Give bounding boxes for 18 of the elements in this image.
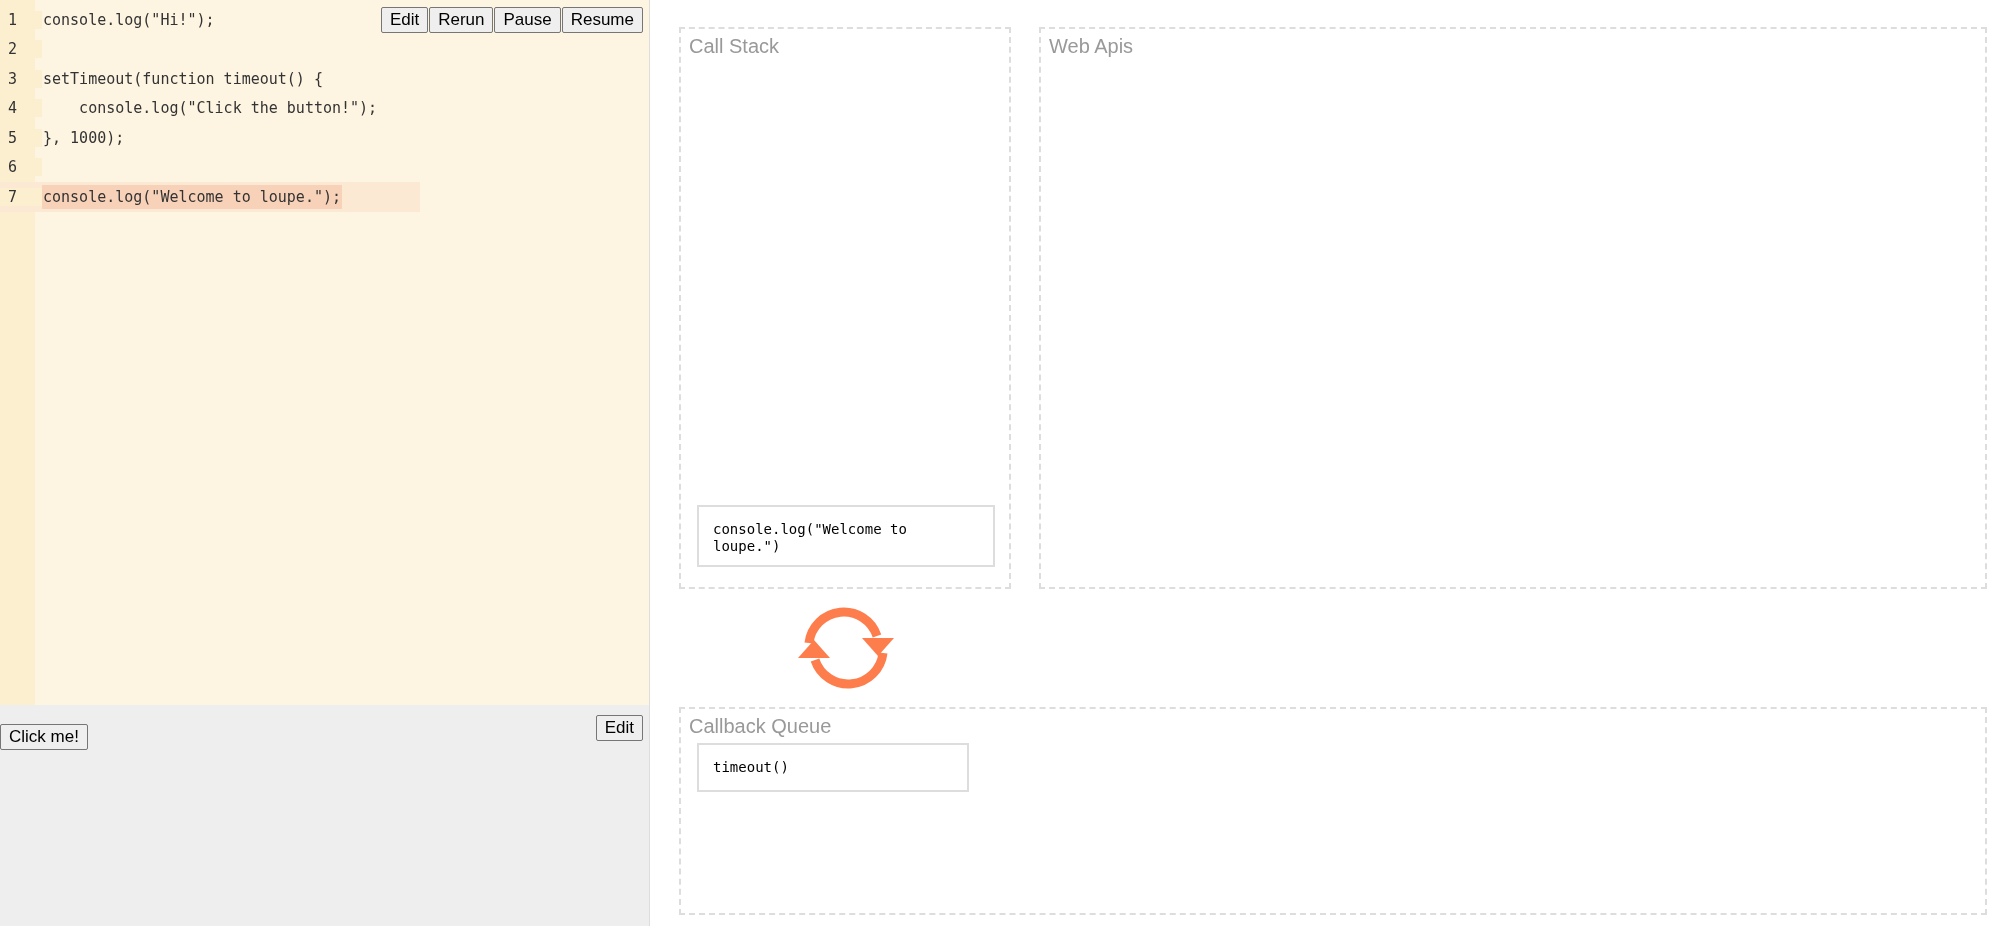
code-line: }, 1000); [42, 127, 126, 149]
code-editor[interactable]: 1 console.log("Hi!"); 2 3 setTimeout(function timeout() { 4 console.log("Click the button!"); 5 }, 1000); 6 7 console.log("Welcome to loupe."); Edit Rerun Pause Resume [0, 0, 649, 705]
panel-title: Web Apis [1049, 35, 1134, 58]
code-line: setTimeout(function timeout() { [42, 68, 324, 90]
code-line: console.log("Hi!"); [42, 9, 216, 31]
code-line: console.log("Click the button!"); [78, 98, 379, 120]
stack-frame: console.log("Welcome to loupe.") [697, 505, 995, 567]
panel-title: Call Stack [689, 35, 780, 58]
toolbar-button[interactable]: Rerun [429, 7, 494, 33]
edit-button[interactable]: Edit [595, 715, 643, 741]
toolbar-button[interactable]: Resume [561, 7, 643, 33]
panel-title: Callback Queue [689, 715, 832, 738]
toolbar-button[interactable]: Pause [494, 7, 561, 33]
toolbar-button[interactable]: Edit [380, 7, 429, 33]
line-number: 7 [0, 187, 42, 206]
click-me-button[interactable]: Click me! [0, 724, 88, 750]
queue-item: timeout() [697, 743, 969, 792]
event-loop-icon [796, 606, 896, 690]
